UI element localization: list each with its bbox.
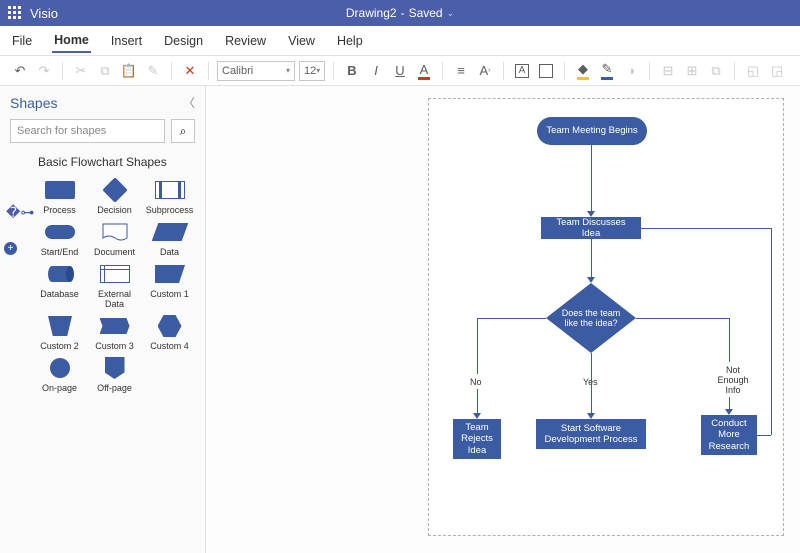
menu-help[interactable]: Help: [335, 30, 365, 52]
menu-home[interactable]: Home: [52, 29, 91, 53]
shape-document[interactable]: Document: [89, 221, 140, 257]
format-painter-button[interactable]: ✎: [143, 61, 163, 81]
arrow-head-icon: [587, 211, 595, 217]
align-objects-button[interactable]: ⊟: [658, 61, 678, 81]
search-icon: ⌕: [180, 124, 187, 139]
arrow-head-icon: [725, 409, 733, 415]
add-stencil-button[interactable]: +: [4, 242, 17, 255]
line-color-button[interactable]: ✎: [597, 61, 617, 81]
node-start[interactable]: Team Meeting Begins: [537, 117, 647, 145]
connector[interactable]: [636, 318, 729, 319]
connector[interactable]: [729, 397, 730, 409]
font-size-select[interactable]: 12▾: [299, 61, 325, 81]
node-reject[interactable]: Team Rejects Idea: [453, 419, 501, 459]
connector[interactable]: [771, 228, 772, 435]
shape-subprocess[interactable]: Subprocess: [144, 179, 195, 215]
connector[interactable]: [477, 318, 546, 319]
shape-custom1[interactable]: Custom 1: [144, 263, 195, 309]
connector[interactable]: [757, 435, 771, 436]
arrow-head-icon: [473, 413, 481, 419]
shape-data[interactable]: Data: [144, 221, 195, 257]
send-back-button[interactable]: ◲: [767, 61, 787, 81]
shapes-title: Shapes: [10, 95, 57, 111]
redo-button[interactable]: ↷: [34, 61, 54, 81]
page-boundary: Team Meeting Begins Team Discusses Idea …: [428, 98, 784, 536]
label-nei: Not Enough Info: [713, 365, 753, 395]
shape-offpage[interactable]: Off-page: [89, 357, 140, 393]
shape-external-data[interactable]: External Data: [89, 263, 140, 309]
search-shapes-input[interactable]: Search for shapes: [10, 119, 165, 143]
shape-startend[interactable]: Start/End: [34, 221, 85, 257]
shapes-panel: Shapes 〈 Search for shapes ⌕ �⊶ + Basic …: [0, 86, 206, 553]
menu-view[interactable]: View: [286, 30, 317, 52]
shape-decision[interactable]: Decision: [89, 179, 140, 215]
connector[interactable]: [729, 318, 730, 362]
connector[interactable]: [477, 389, 478, 413]
shape-database[interactable]: Database: [34, 263, 85, 309]
chevron-down-icon: ⌄: [447, 8, 455, 19]
menu-review[interactable]: Review: [223, 30, 268, 52]
undo-button[interactable]: ↶: [10, 61, 30, 81]
title-bar: Visio Drawing2 - Saved ⌄: [0, 0, 800, 26]
shape-process[interactable]: Process: [34, 179, 85, 215]
node-start-dev[interactable]: Start Software Development Process: [536, 419, 646, 449]
shape-custom4[interactable]: Custom 4: [144, 315, 195, 351]
arrow-head-icon: [587, 277, 595, 283]
connector[interactable]: [591, 239, 592, 279]
toolbar: ↶ ↷ ✂ ⧉ 📋 ✎ ✕ Calibri▾ 12▾ B I U A ≡ A› …: [0, 56, 800, 86]
shape-onpage[interactable]: On-page: [34, 357, 85, 393]
text-format-button[interactable]: A›: [475, 61, 495, 81]
font-color-button[interactable]: A: [414, 61, 434, 81]
arrow-head-icon: [587, 413, 595, 419]
shape-grid: Process Decision Subprocess Start/End Do…: [10, 179, 195, 393]
menu-design[interactable]: Design: [162, 30, 205, 52]
align-button[interactable]: ≡: [451, 61, 471, 81]
effects-button[interactable]: ◑: [621, 61, 641, 81]
canvas[interactable]: Team Meeting Begins Team Discusses Idea …: [206, 86, 800, 553]
shape-box-button[interactable]: [536, 61, 556, 81]
bold-button[interactable]: B: [342, 61, 362, 81]
menu-file[interactable]: File: [10, 30, 34, 52]
connector[interactable]: [591, 353, 592, 413]
search-button[interactable]: ⌕: [171, 119, 195, 143]
text-box-button[interactable]: A: [512, 61, 532, 81]
cut-button[interactable]: ✂: [71, 61, 91, 81]
node-research[interactable]: Conduct More Research: [701, 415, 757, 455]
node-discuss[interactable]: Team Discusses Idea: [541, 217, 641, 239]
delete-button[interactable]: ✕: [180, 61, 200, 81]
arrange-button[interactable]: ⊞: [682, 61, 702, 81]
app-name: Visio: [30, 6, 58, 21]
font-name-select[interactable]: Calibri▾: [217, 61, 295, 81]
underline-button[interactable]: U: [390, 61, 410, 81]
shape-custom2[interactable]: Custom 2: [34, 315, 85, 351]
group-button[interactable]: ⧉: [706, 61, 726, 81]
chevron-down-icon: ▾: [316, 66, 320, 75]
menu-bar: File Home Insert Design Review View Help: [0, 26, 800, 56]
stencil-tree-icon[interactable]: �⊶: [6, 204, 34, 221]
shape-category-title: Basic Flowchart Shapes: [38, 155, 195, 169]
italic-button[interactable]: I: [366, 61, 386, 81]
app-launcher-icon[interactable]: [8, 6, 22, 20]
shape-custom3[interactable]: Custom 3: [89, 315, 140, 351]
chevron-down-icon: ▾: [286, 66, 290, 75]
fill-color-button[interactable]: ◆: [573, 61, 593, 81]
menu-insert[interactable]: Insert: [109, 30, 144, 52]
copy-button[interactable]: ⧉: [95, 61, 115, 81]
bring-front-button[interactable]: ◱: [743, 61, 763, 81]
collapse-panel-button[interactable]: 〈: [183, 94, 195, 111]
document-title[interactable]: Drawing2 - Saved ⌄: [346, 6, 454, 20]
node-decision[interactable]: Does the team like the idea?: [546, 283, 636, 353]
connector[interactable]: [477, 318, 478, 374]
paste-button[interactable]: 📋: [119, 61, 139, 81]
connector[interactable]: [591, 145, 592, 211]
label-no: No: [470, 377, 482, 387]
connector[interactable]: [641, 228, 771, 229]
